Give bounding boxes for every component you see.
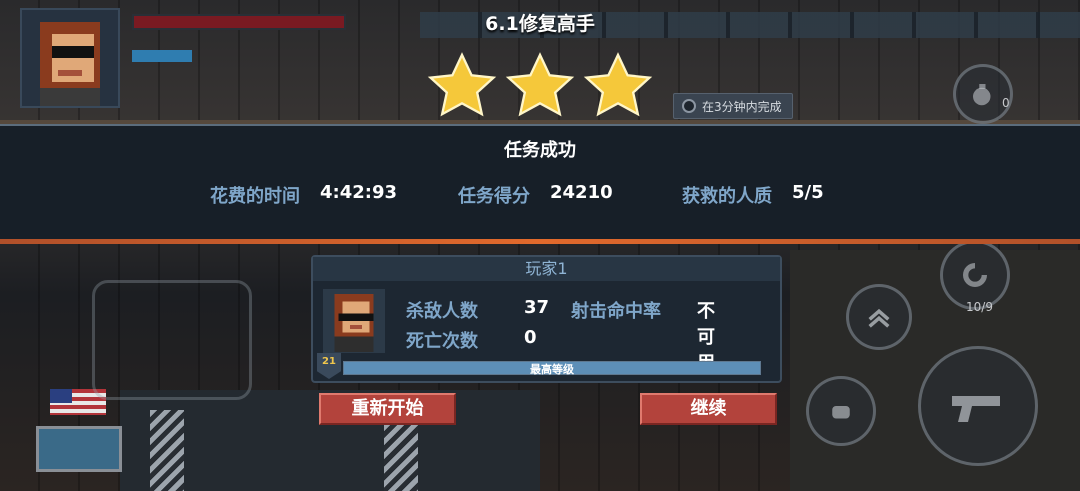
star-icon [505,52,575,117]
grenade-button[interactable] [953,64,1013,124]
hostages-value: 5/5 [792,182,824,203]
hostages-stat: 获救的人质 5/5 [682,182,824,208]
melee-button[interactable] [806,376,876,446]
kills-label: 杀敌人数 [406,301,478,322]
ammo-count: 10/9 [966,300,993,314]
kills-value: 37 [524,297,550,318]
hostages-label: 获救的人质 [682,186,772,207]
kills-stat: 杀敌人数 37 [406,297,549,323]
time-value: 4:42:93 [320,182,398,203]
deaths-value: 0 [524,327,537,348]
jump-button[interactable] [846,284,912,350]
score-value: 24210 [550,182,613,203]
striped-pillar-left [150,410,184,491]
star-rating [426,52,656,122]
level-title: 6.1修复高手 [485,13,595,35]
accuracy-label: 射击命中率 [571,301,661,322]
xp-progress-bar: 最高等级 [343,361,761,376]
bonus-objective: 在3分钟内完成 [673,93,793,119]
energy-bar [132,50,192,62]
deaths-label: 死亡次数 [406,331,478,352]
restart-button[interactable]: 重新开始 [319,393,456,425]
grenade-count: 0 [1002,96,1010,110]
player-name: 玩家1 [313,257,780,281]
accuracy-stat: 射击命中率 不可用 [571,297,715,374]
dpad-control[interactable] [92,280,252,400]
score-label: 任务得分 [458,186,530,207]
deaths-stat: 死亡次数 0 [406,327,537,353]
player-level-badge: 21 [317,353,341,379]
fire-weapon-button[interactable] [918,346,1038,466]
player-stats-panel: 玩家1 杀敌人数 37 射击命中率 不可用 死亡次数 0 21 最高等级 [311,255,782,383]
score-stat: 任务得分 24210 [458,182,613,208]
time-stat: 花费的时间 4:42:93 [210,182,397,208]
xp-label: 最高等级 [530,363,574,376]
star-icon [427,52,497,117]
mission-status: 任务成功 [504,140,576,161]
time-label: 花费的时间 [210,186,300,207]
objective-text: 在3分钟内完成 [702,99,782,114]
star-icon [583,52,653,117]
clock-icon [682,99,696,113]
aquarium [36,426,122,472]
mission-result-panel: 任务成功 花费的时间 4:42:93 任务得分 24210 获救的人质 5/5 [0,124,1080,244]
avatar [323,289,385,353]
continue-button[interactable]: 继续 [640,393,777,425]
